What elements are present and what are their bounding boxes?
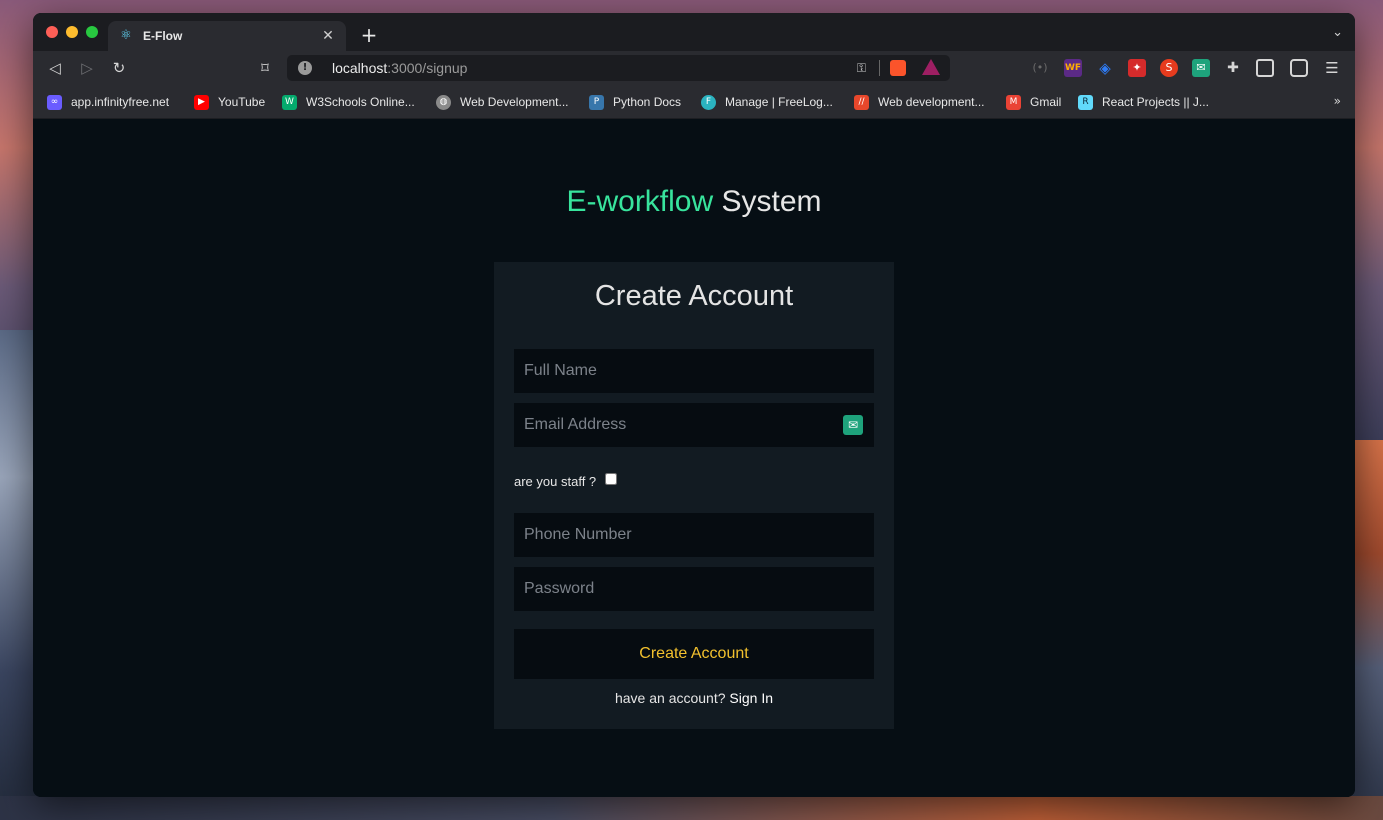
browser-tab[interactable]: ⚛ E-Flow ✕ [108, 21, 346, 51]
bookmark-label: W3Schools Online... [306, 95, 415, 109]
page-content: E-workflow System Create Account ✉ are y… [33, 119, 1355, 797]
bookmark-item[interactable]: ∞ app.infinityfree.net [47, 93, 169, 111]
extension-broadcast-icon[interactable]: (•) [1031, 59, 1049, 77]
bookmark-label: Manage | FreeLog... [725, 95, 833, 109]
extension-puzzle-red-icon[interactable]: ✦ [1128, 59, 1146, 77]
password-key-icon[interactable]: ⚿ [857, 61, 866, 76]
site-info-icon[interactable]: ! [298, 61, 312, 75]
youtube-icon: ▶ [194, 94, 209, 110]
sidebar-toggle-icon[interactable] [1256, 59, 1274, 77]
bookmark-item[interactable]: // Web development... [854, 93, 985, 111]
bookmarks-bar: ∞ app.infinityfree.net ▶ YouTube W W3Sch… [33, 85, 1355, 119]
menu-icon[interactable]: ☰ [1323, 59, 1341, 77]
bookmark-item[interactable]: P Python Docs [589, 93, 681, 111]
extension-wf-icon[interactable]: WF [1064, 59, 1082, 77]
react-projects-icon: R [1078, 94, 1093, 110]
bookmark-item[interactable]: F Manage | FreeLog... [701, 93, 833, 111]
minimize-window-button[interactable] [66, 26, 78, 38]
email-input[interactable] [514, 403, 874, 447]
back-icon[interactable]: ◁ [45, 58, 65, 78]
password-input[interactable] [514, 567, 874, 611]
bookmark-label: Web development... [878, 95, 985, 109]
address-bar-divider [879, 60, 880, 76]
form-title: Create Account [594, 280, 794, 312]
desktop-wallpaper-right [1351, 440, 1383, 820]
staff-row: are you staff ? [514, 472, 618, 489]
bookmark-item[interactable]: R React Projects || J... [1078, 93, 1209, 111]
extension-shield-icon[interactable]: ◈ [1096, 59, 1114, 77]
signin-row: have an account? Sign In [494, 690, 894, 706]
full-name-input[interactable] [514, 349, 874, 393]
forward-icon[interactable]: ▷ [77, 58, 97, 78]
url-host: localhost [332, 60, 388, 76]
bookmark-label: React Projects || J... [1102, 95, 1209, 109]
url-path: :3000/signup [387, 60, 468, 76]
signin-link[interactable]: Sign In [729, 690, 773, 706]
close-window-button[interactable] [46, 26, 58, 38]
freelogo-icon: F [701, 94, 716, 110]
extensions-puzzle-icon[interactable]: ✚ [1224, 59, 1242, 77]
globe-icon: ◍ [436, 94, 451, 110]
bookmark-label: Python Docs [613, 95, 682, 109]
reload-icon[interactable]: ↻ [109, 58, 129, 78]
codecademy-icon: // [854, 94, 869, 110]
tab-title: E-Flow [143, 29, 183, 43]
maximize-window-button[interactable] [86, 26, 98, 38]
bookmark-label: YouTube [218, 95, 266, 109]
bookmark-label: Web Development... [460, 95, 569, 109]
bookmark-item[interactable]: W W3Schools Online... [282, 93, 415, 111]
tab-close-icon[interactable]: ✕ [320, 28, 336, 44]
bookmark-item[interactable]: ◍ Web Development... [436, 93, 569, 111]
wallet-icon[interactable] [1290, 59, 1308, 77]
gmail-icon: M [1006, 94, 1021, 110]
staff-label: are you staff ? [514, 474, 597, 489]
page-title: E-workflow System [33, 185, 1355, 219]
phone-input[interactable] [514, 513, 874, 557]
signin-prompt: have an account? [614, 690, 730, 706]
tab-search-chevron-icon[interactable]: ⌄ [1332, 25, 1343, 40]
title-rest: System [713, 185, 822, 218]
bookmark-label: app.infinityfree.net [71, 95, 170, 109]
staff-checkbox[interactable] [605, 472, 618, 485]
browser-window: ⚛ E-Flow ✕ + ⌄ ◁ ▷ ↻ ⌑ ! localhost:3000/… [33, 13, 1355, 797]
python-icon: P [589, 94, 604, 110]
signup-card: Create Account ✉ are you staff ? Create … [494, 262, 894, 729]
bookmark-item[interactable]: M Gmail [1006, 93, 1061, 111]
browser-titlebar: ⚛ E-Flow ✕ + ⌄ [33, 13, 1355, 51]
extension-mail-icon[interactable]: ✉ [1192, 59, 1210, 77]
bookmark-label: Gmail [1030, 95, 1062, 109]
mail-extension-icon[interactable]: ✉ [843, 415, 863, 435]
title-accent: E-workflow [566, 185, 714, 218]
infinity-icon: ∞ [47, 94, 62, 110]
extension-svelte-icon[interactable]: S [1160, 59, 1178, 77]
w3schools-icon: W [282, 94, 297, 110]
url-text[interactable]: localhost:3000/signup [332, 60, 467, 76]
bookmark-item[interactable]: ▶ YouTube [194, 93, 265, 111]
brave-rewards-icon[interactable] [922, 59, 940, 75]
address-bar[interactable]: ! localhost:3000/signup ⚿ [287, 55, 950, 81]
more-bookmarks-icon[interactable]: » [1334, 94, 1341, 108]
create-account-button[interactable]: Create Account [514, 629, 874, 679]
desktop-wallpaper-bottom [0, 796, 1383, 820]
bookmark-icon[interactable]: ⌑ [255, 58, 275, 78]
new-tab-button[interactable]: + [359, 23, 379, 47]
browser-toolbar: ◁ ▷ ↻ ⌑ ! localhost:3000/signup ⚿ (•) WF… [33, 51, 1355, 85]
react-atom-icon: ⚛ [120, 28, 132, 43]
brave-shields-icon[interactable] [890, 60, 906, 76]
